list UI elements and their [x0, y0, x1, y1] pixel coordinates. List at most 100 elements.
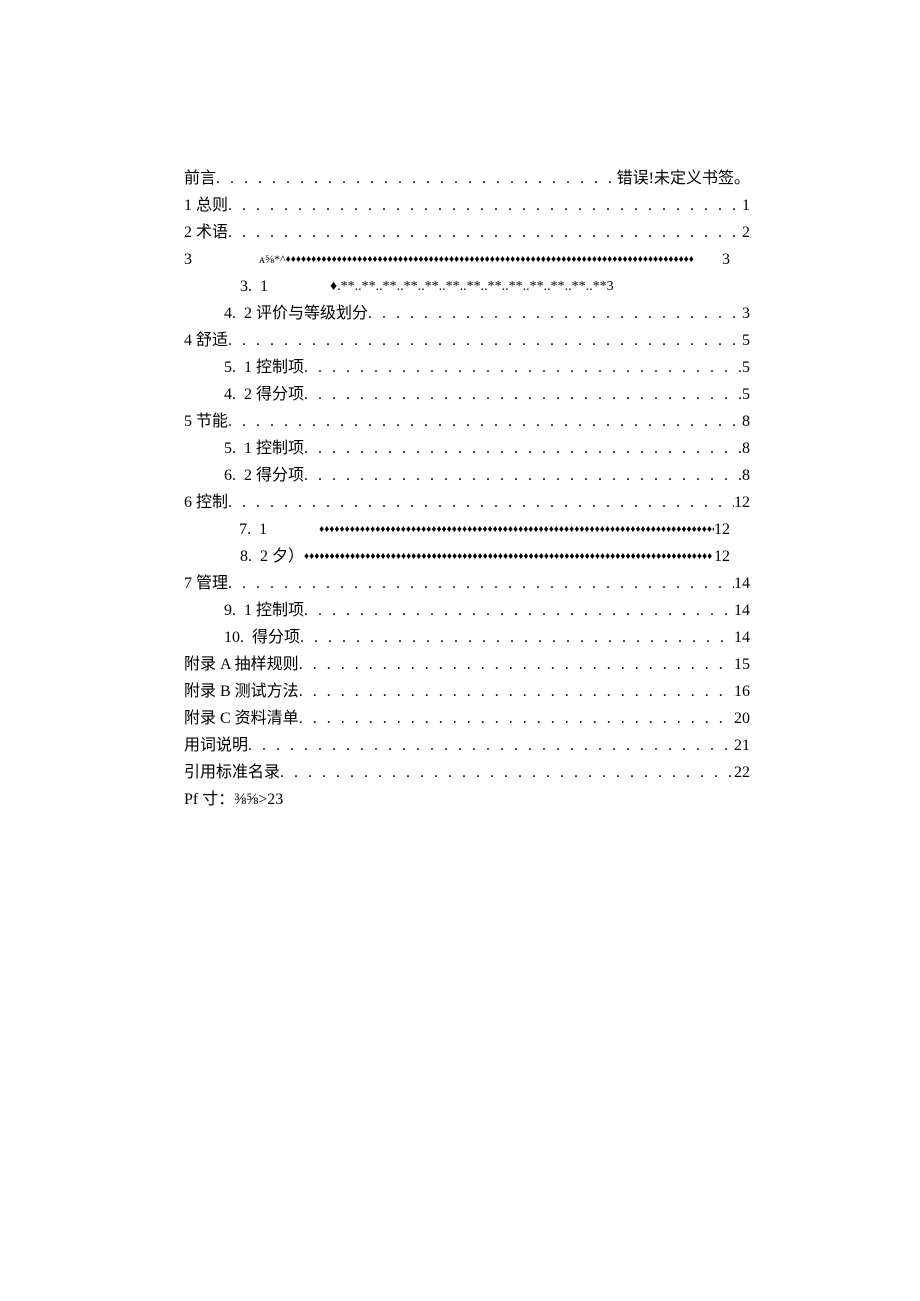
toc-sub: 1 控制项	[244, 435, 304, 462]
toc-label: 用词说明	[184, 732, 248, 759]
toc-appB: 附录 B 测试方法 . . . . . . . . . . . . . . . …	[184, 678, 750, 705]
toc-page-num: 3	[722, 246, 730, 273]
toc-page: 前言 . . . . . . . . . . . . . . . . . . .…	[0, 0, 920, 1301]
toc-leader: ♦♦♦♦♦♦♦♦♦♦♦♦♦♦♦♦♦♦♦♦♦♦♦♦♦♦♦♦♦♦♦♦♦♦♦♦♦♦♦♦…	[304, 543, 714, 570]
toc-s6-2: 8. 2 夕） ♦♦♦♦♦♦♦♦♦♦♦♦♦♦♦♦♦♦♦♦♦♦♦♦♦♦♦♦♦♦♦♦…	[184, 543, 750, 570]
toc-page-num: 21	[734, 732, 750, 759]
toc-leader: . . . . . . . . . . . . . . . . . . . . …	[368, 300, 742, 327]
toc-subnum: 5.	[224, 435, 236, 462]
toc-page-num: 3	[742, 300, 750, 327]
toc-subnum: 3.	[224, 273, 252, 300]
toc-subnum: 7.	[224, 516, 251, 543]
toc-leader: . . . . . . . . . . . . . . . . . . . . …	[304, 381, 742, 408]
toc-leader: . . . . . . . . . . . . . . . . . . . . …	[228, 192, 742, 219]
toc-subnum: 9.	[224, 597, 236, 624]
toc-s3-1: 3. 1 ♦.**..**..**..**..**..**..**..**..*…	[184, 273, 750, 300]
toc-leader: ♦♦♦♦♦♦♦♦♦♦♦♦♦♦♦♦♦♦♦♦♦♦♦♦♦♦♦♦♦♦♦♦♦♦♦♦♦♦♦♦…	[319, 516, 714, 543]
toc-leader: . . . . . . . . . . . . . . . . . . . . …	[304, 462, 742, 489]
toc-sub: 得分项	[252, 624, 300, 651]
toc-label: 6 控制	[184, 489, 228, 516]
toc-s4: 4 舒适 . . . . . . . . . . . . . . . . . .…	[184, 327, 750, 354]
toc-s4-1: 5. 1 控制项 . . . . . . . . . . . . . . . .…	[184, 354, 750, 381]
toc-leader: . . . . . . . . . . . . . . . . . . . . …	[299, 678, 734, 705]
toc-page-num: 12	[714, 516, 730, 543]
toc-s6-1: 7. 1 ♦♦♦♦♦♦♦♦♦♦♦♦♦♦♦♦♦♦♦♦♦♦♦♦♦♦♦♦♦♦♦♦♦♦♦…	[184, 516, 750, 543]
toc-s5-1: 5. 1 控制项 . . . . . . . . . . . . . . . .…	[184, 435, 750, 462]
toc-subnum: 4.	[224, 300, 236, 327]
toc-page-num: 15	[734, 651, 750, 678]
toc-s5-2: 6. 2 得分项 . . . . . . . . . . . . . . . .…	[184, 462, 750, 489]
toc-leader: . . . . . . . . . . . . . . . . . . . . …	[228, 327, 742, 354]
toc-sub: 2 评价与等级划分	[244, 300, 368, 327]
toc-sub: 2 得分项	[244, 462, 304, 489]
toc-page-num: 5	[742, 381, 750, 408]
toc-sub: 1	[260, 273, 330, 300]
toc-pf: Pf 寸：⅜⅝>23	[184, 786, 750, 813]
toc-leader: . . . . . . . . . . . . . . . . . . . . …	[280, 759, 734, 786]
toc-sub: 1 控制项	[244, 354, 304, 381]
toc-page-num: 8	[742, 435, 750, 462]
toc-sub: 1	[259, 516, 319, 543]
toc-label: 7 管理	[184, 570, 228, 597]
toc-subnum: 6.	[224, 462, 236, 489]
toc-subnum: 5.	[224, 354, 236, 381]
toc-label: 4 舒适	[184, 327, 228, 354]
toc-leader: . . . . . . . . . . . . . . . . . . . . …	[300, 624, 734, 651]
toc-subnum: 10.	[224, 624, 244, 651]
toc-page-num: 12	[734, 489, 750, 516]
toc-sub: 1 控制项	[244, 597, 304, 624]
toc-leader: . . . . . . . . . . . . . . . . . . . . …	[304, 354, 742, 381]
toc-label: 5 节能	[184, 408, 228, 435]
toc-preface: 前言 . . . . . . . . . . . . . . . . . . .…	[184, 165, 750, 192]
toc-sub: 2 夕）	[260, 543, 304, 570]
toc-label: 2 术语	[184, 219, 228, 246]
toc-subnum: 4.	[224, 381, 236, 408]
toc-page-num: 20	[734, 705, 750, 732]
toc-leader: . . . . . . . . . . . . . . . . . . . . …	[228, 408, 742, 435]
toc-prefix: ᴀ⅝*^	[259, 246, 286, 273]
toc-page-num: 14	[734, 570, 750, 597]
toc-leader: . . . . . . . . . . . . . . . . . . . . …	[304, 435, 742, 462]
toc-page-num: 8	[742, 408, 750, 435]
toc-leader: . . . . . . . . . . . . . . . . . . . . …	[228, 570, 734, 597]
toc-s3: 3 ᴀ⅝*^ ♦♦♦♦♦♦♦♦♦♦♦♦♦♦♦♦♦♦♦♦♦♦♦♦♦♦♦♦♦♦♦♦♦…	[184, 246, 750, 273]
toc-label: 3	[184, 246, 259, 273]
toc-page-num: 2	[742, 219, 750, 246]
toc-leader: . . . . . . . . . . . . . . . . . . . . …	[228, 219, 742, 246]
toc-page-num: 12	[714, 543, 730, 570]
toc-refs: 引用标准名录 . . . . . . . . . . . . . . . . .…	[184, 759, 750, 786]
toc-leader: . . . . . . . . . . . . . . . . . . . . …	[299, 705, 734, 732]
toc-leader: . . . . . . . . . . . . . . . . . . . . …	[228, 489, 734, 516]
toc-label: 附录 B 测试方法	[184, 678, 299, 705]
toc-label: 前言	[184, 165, 216, 192]
toc-appA: 附录 A 抽样规则 . . . . . . . . . . . . . . . …	[184, 651, 750, 678]
toc-s1: 1 总则 . . . . . . . . . . . . . . . . . .…	[184, 192, 750, 219]
toc-page-num: 14	[734, 597, 750, 624]
toc-label: 引用标准名录	[184, 759, 280, 786]
toc-label: Pf 寸：⅜⅝>23	[184, 786, 283, 813]
toc-page-num: 22	[734, 759, 750, 786]
toc-page-num: 14	[734, 624, 750, 651]
toc-leader-text: ♦.**..**..**..**..**..**..**..**..**..**…	[330, 273, 614, 300]
toc-label: 附录 A 抽样规则	[184, 651, 299, 678]
toc-leader: . . . . . . . . . . . . . . . . . . . . …	[304, 597, 734, 624]
toc-appC: 附录 C 资料清单 . . . . . . . . . . . . . . . …	[184, 705, 750, 732]
toc-leader: ♦♦♦♦♦♦♦♦♦♦♦♦♦♦♦♦♦♦♦♦♦♦♦♦♦♦♦♦♦♦♦♦♦♦♦♦♦♦♦♦…	[286, 246, 722, 273]
toc-leader: . . . . . . . . . . . . . . . . . . . . …	[216, 165, 617, 192]
toc-s2: 2 术语 . . . . . . . . . . . . . . . . . .…	[184, 219, 750, 246]
toc-page-num: 1	[742, 192, 750, 219]
toc-subnum: 8.	[224, 543, 252, 570]
toc-page-num: 16	[734, 678, 750, 705]
toc-s3-2: 4. 2 评价与等级划分 . . . . . . . . . . . . . .…	[184, 300, 750, 327]
toc-terms: 用词说明 . . . . . . . . . . . . . . . . . .…	[184, 732, 750, 759]
toc-s7-2: 10. 得分项 . . . . . . . . . . . . . . . . …	[184, 624, 750, 651]
toc-s5: 5 节能 . . . . . . . . . . . . . . . . . .…	[184, 408, 750, 435]
toc-label: 附录 C 资料清单	[184, 705, 299, 732]
toc-page-num: 5	[742, 354, 750, 381]
toc-s6: 6 控制 . . . . . . . . . . . . . . . . . .…	[184, 489, 750, 516]
toc-page-num: 8	[742, 462, 750, 489]
toc-page-num: 错误!未定义书签。	[617, 165, 750, 192]
toc-leader: . . . . . . . . . . . . . . . . . . . . …	[299, 651, 734, 678]
toc-page-num: 5	[742, 327, 750, 354]
toc-s7: 7 管理 . . . . . . . . . . . . . . . . . .…	[184, 570, 750, 597]
